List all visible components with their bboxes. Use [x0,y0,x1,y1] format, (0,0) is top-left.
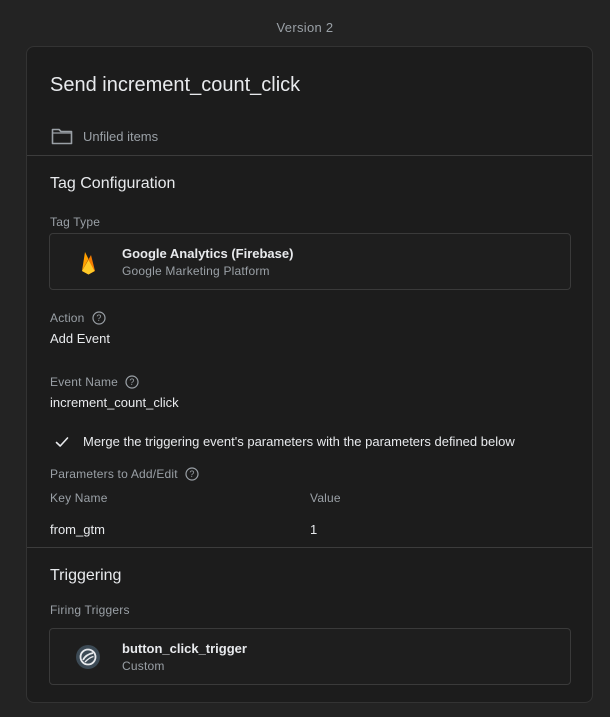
folder-label: Unfiled items [83,128,159,144]
parameters-label: Parameters to Add/Edit ? [50,467,199,481]
trigger-type: Custom [122,659,165,673]
event-name-label: Event Name ? [50,375,139,389]
tag-type-box[interactable]: Google Analytics (Firebase) Google Marke… [49,233,571,290]
firebase-icon [74,248,102,276]
custom-trigger-icon [74,643,102,671]
tag-title: Send increment_count_click [50,74,301,96]
tag-type-name: Google Analytics (Firebase) [122,246,294,261]
tag-configuration-title: Tag Configuration [50,175,176,192]
svg-text:?: ? [189,469,194,479]
action-value: Add Event [50,331,110,346]
help-icon[interactable]: ? [91,311,106,325]
trigger-box[interactable]: button_click_trigger Custom [49,628,571,685]
divider [27,547,592,548]
divider [27,155,592,156]
help-icon[interactable]: ? [125,375,139,389]
folder-row[interactable]: Unfiled items [51,127,158,145]
version-label: Version 2 [276,20,334,35]
event-name-value: increment_count_click [50,395,179,410]
merge-parameters-label: Merge the triggering event's parameters … [83,434,515,449]
help-icon[interactable]: ? [185,467,199,481]
svg-text:?: ? [96,313,101,323]
merge-parameters-checkbox[interactable]: Merge the triggering event's parameters … [55,434,515,449]
folder-icon [51,128,73,145]
firing-triggers-label: Firing Triggers [50,603,130,617]
parameter-value: 1 [310,522,318,537]
action-label: Action ? [50,311,106,325]
svg-text:?: ? [129,377,134,387]
value-column-header: Value [310,491,341,505]
triggering-title: Triggering [50,567,122,584]
checkmark-icon [55,436,69,447]
tag-type-platform: Google Marketing Platform [122,264,270,278]
key-name-column-header: Key Name [50,491,108,505]
tag-details-card: Send increment_count_click Unfiled items… [26,46,593,703]
trigger-name: button_click_trigger [122,641,247,656]
tag-type-label: Tag Type [50,215,101,229]
parameter-key: from_gtm [50,522,105,537]
